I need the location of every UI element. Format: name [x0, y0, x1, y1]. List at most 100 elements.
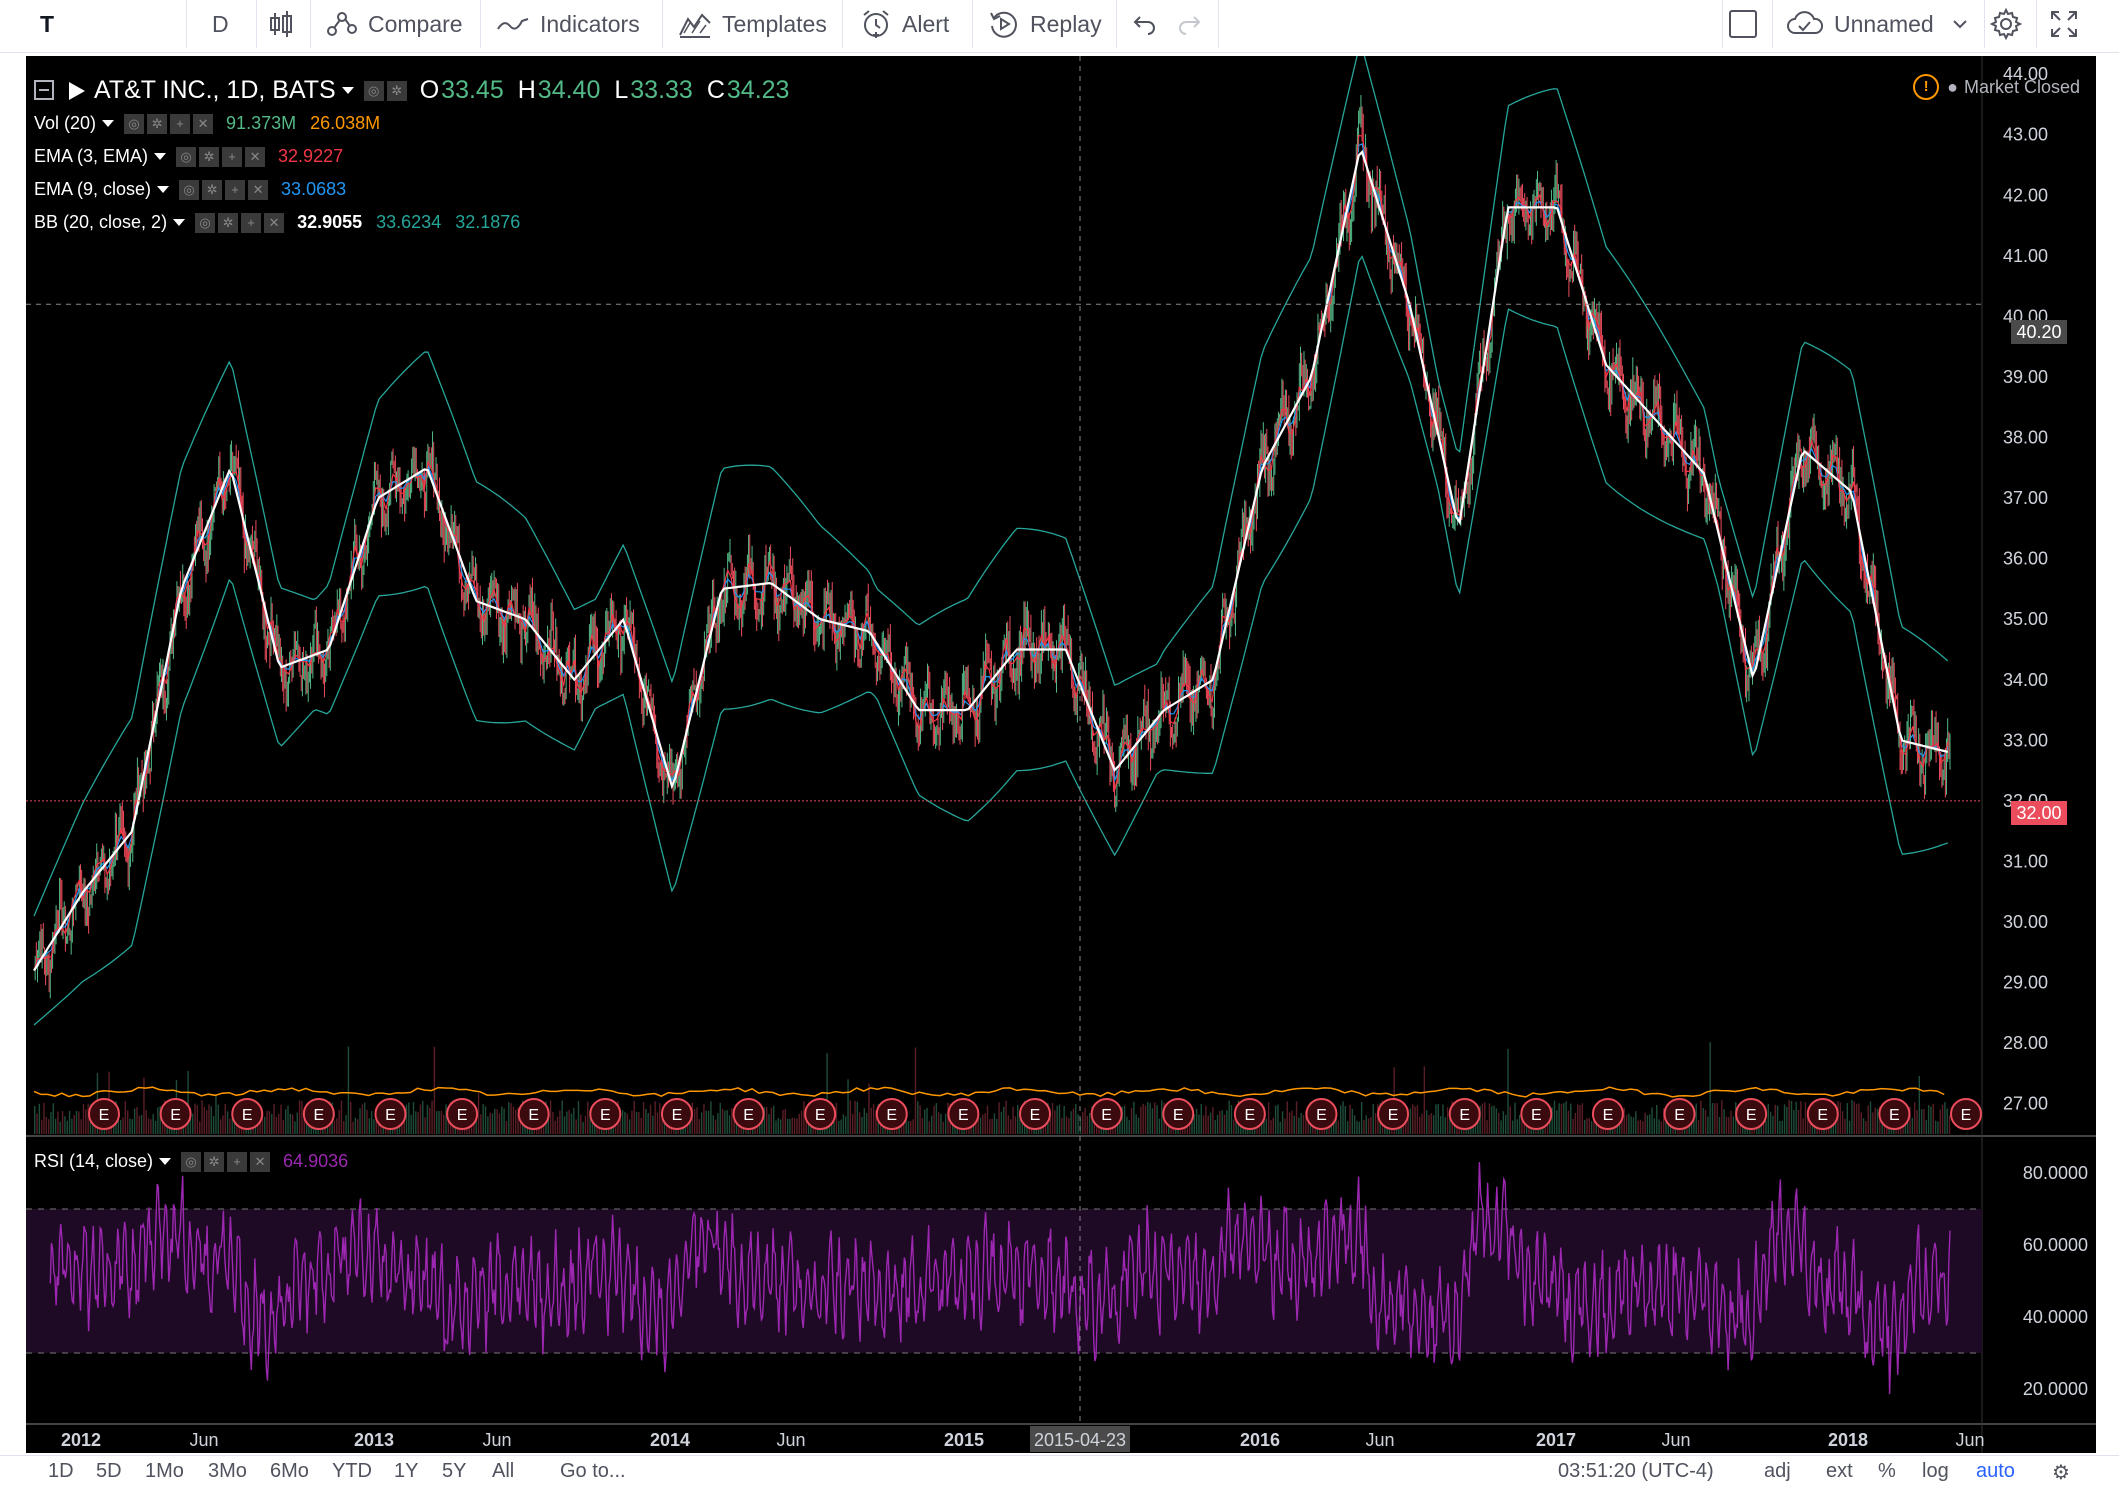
chart-area[interactable]: E E E E E E E E E E E E E E E E E E E E E E E E E E E 44.00 43.00 42.… — [26, 56, 2096, 1453]
volume-bar — [152, 1114, 154, 1134]
ema9-title[interactable]: EMA (9, close) — [34, 179, 151, 200]
volume-bar — [1205, 1105, 1207, 1134]
symbol-search-button[interactable]: T — [40, 0, 54, 48]
compare-button[interactable]: Compare — [324, 0, 463, 48]
volume-bar — [554, 1120, 556, 1134]
plus-icon[interactable]: + — [227, 1151, 248, 1172]
caret-down-icon[interactable] — [154, 153, 167, 160]
redo-button[interactable] — [1176, 0, 1202, 48]
log-toggle[interactable]: log — [1922, 1460, 1949, 1483]
gear-icon[interactable]: ⚙ — [2052, 1460, 2070, 1485]
volume-bar — [333, 1120, 336, 1134]
gear-icon[interactable]: ✲ — [202, 179, 223, 200]
close-icon[interactable]: ✕ — [193, 113, 214, 134]
legend-buttons[interactable]: ◎ ✲ + ✕ — [179, 179, 271, 200]
indicators-button[interactable]: Indicators — [496, 0, 640, 48]
volume-bar — [1656, 1104, 1658, 1134]
plus-icon[interactable]: + — [222, 146, 243, 167]
volume-bar — [1793, 1110, 1795, 1134]
eye-icon[interactable]: ◎ — [363, 80, 384, 101]
price-chart[interactable]: E E E E E E E E E E E E E E E E E E E E E E E E E E E44.0043.0042.… — [26, 56, 2096, 1453]
interval-button[interactable]: D — [212, 0, 229, 48]
legend-buttons[interactable]: ◎ ✲ + ✕ — [176, 146, 268, 167]
undo-button[interactable] — [1132, 0, 1158, 48]
settings-button[interactable] — [1990, 0, 2022, 48]
plus-icon[interactable]: + — [225, 179, 246, 200]
top-toolbar: T D Compare Indicators Templates Alert R… — [0, 0, 2119, 53]
volume-bar — [907, 1121, 910, 1134]
range-3mo[interactable]: 3Mo — [208, 1460, 247, 1483]
eye-icon[interactable]: ◎ — [195, 212, 216, 233]
caret-down-icon[interactable] — [157, 186, 170, 193]
volume-bar — [1000, 1111, 1003, 1134]
caret-down-icon[interactable] — [341, 87, 354, 94]
eye-icon[interactable]: ◎ — [176, 146, 197, 167]
templates-button[interactable]: Templates — [678, 0, 827, 48]
indicators-label: Indicators — [540, 10, 640, 37]
volume-bar — [222, 1115, 224, 1134]
gear-icon[interactable]: ✲ — [147, 113, 168, 134]
legend-buttons[interactable]: ◎ ✲ + ✕ — [124, 113, 216, 134]
legend-buttons[interactable]: ◎ ✲ — [363, 80, 410, 101]
close-icon[interactable]: ✕ — [248, 179, 269, 200]
volume-bar — [800, 1110, 803, 1134]
rsi-title[interactable]: RSI (14, close) — [34, 1151, 153, 1172]
range-5y[interactable]: 5Y — [442, 1460, 466, 1483]
adj-toggle[interactable]: adj — [1764, 1460, 1791, 1483]
volume-bar — [944, 1113, 947, 1134]
caret-down-icon[interactable] — [173, 219, 186, 226]
clock-label[interactable]: 03:51:20 (UTC-4) — [1558, 1460, 1714, 1483]
goto-button[interactable]: Go to... — [560, 1460, 626, 1483]
auto-toggle[interactable]: auto — [1976, 1460, 2015, 1483]
volume-bar — [426, 1104, 429, 1134]
eye-icon[interactable]: ◎ — [181, 1151, 202, 1172]
chart-style-button[interactable] — [268, 0, 294, 48]
legend-buttons[interactable]: ◎ ✲ + ✕ — [181, 1151, 273, 1172]
volume-bar — [1865, 1120, 1867, 1134]
layout-square-button[interactable] — [1728, 0, 1758, 48]
volume-bar — [940, 1113, 942, 1134]
plus-icon[interactable]: + — [241, 212, 262, 233]
ema3-title[interactable]: EMA (3, EMA) — [34, 146, 148, 167]
gear-icon[interactable]: ✲ — [386, 80, 407, 101]
range-6mo[interactable]: 6Mo — [270, 1460, 309, 1483]
symbol-title[interactable]: AT&T INC., 1D, BATS — [94, 76, 336, 105]
volume-bar — [1927, 1105, 1930, 1134]
gear-icon[interactable]: ✲ — [218, 212, 239, 233]
range-1y[interactable]: 1Y — [394, 1460, 418, 1483]
gear-icon[interactable]: ✲ — [204, 1151, 225, 1172]
volume-bar — [1370, 1116, 1372, 1134]
range-1d[interactable]: 1D — [48, 1460, 74, 1483]
range-all[interactable]: All — [492, 1460, 514, 1483]
range-1mo[interactable]: 1Mo — [145, 1460, 184, 1483]
eye-icon[interactable]: ◎ — [179, 179, 200, 200]
range-ytd[interactable]: YTD — [332, 1460, 372, 1483]
caret-down-icon[interactable] — [159, 1158, 172, 1165]
replay-button[interactable]: Replay — [988, 0, 1102, 48]
fullscreen-button[interactable] — [2050, 0, 2078, 48]
close-icon[interactable]: ✕ — [264, 212, 285, 233]
volume-bar — [359, 1108, 361, 1134]
volume-bar — [779, 1119, 782, 1134]
bb-title[interactable]: BB (20, close, 2) — [34, 212, 167, 233]
close-icon[interactable]: ✕ — [245, 146, 266, 167]
volume-title[interactable]: Vol (20) — [34, 113, 96, 134]
volume-bar — [496, 1109, 498, 1134]
save-layout-button[interactable]: Unnamed — [1786, 0, 1970, 48]
range-5d[interactable]: 5D — [96, 1460, 122, 1483]
volume-bar — [61, 1111, 64, 1134]
collapse-icon[interactable] — [34, 79, 56, 102]
close-icon[interactable]: ✕ — [250, 1151, 271, 1172]
eye-icon[interactable]: ◎ — [124, 113, 145, 134]
percent-toggle[interactable]: % — [1878, 1460, 1896, 1483]
volume-bar — [1346, 1121, 1349, 1134]
caret-down-icon[interactable] — [102, 120, 115, 127]
volume-bar — [784, 1109, 786, 1134]
volume-bar — [1270, 1120, 1272, 1134]
legend-buttons[interactable]: ◎ ✲ + ✕ — [195, 212, 287, 233]
plus-icon[interactable]: + — [170, 113, 191, 134]
ext-toggle[interactable]: ext — [1826, 1460, 1853, 1483]
bb-basis-line — [33, 149, 1948, 972]
alert-button[interactable]: Alert — [860, 0, 949, 48]
gear-icon[interactable]: ✲ — [199, 146, 220, 167]
